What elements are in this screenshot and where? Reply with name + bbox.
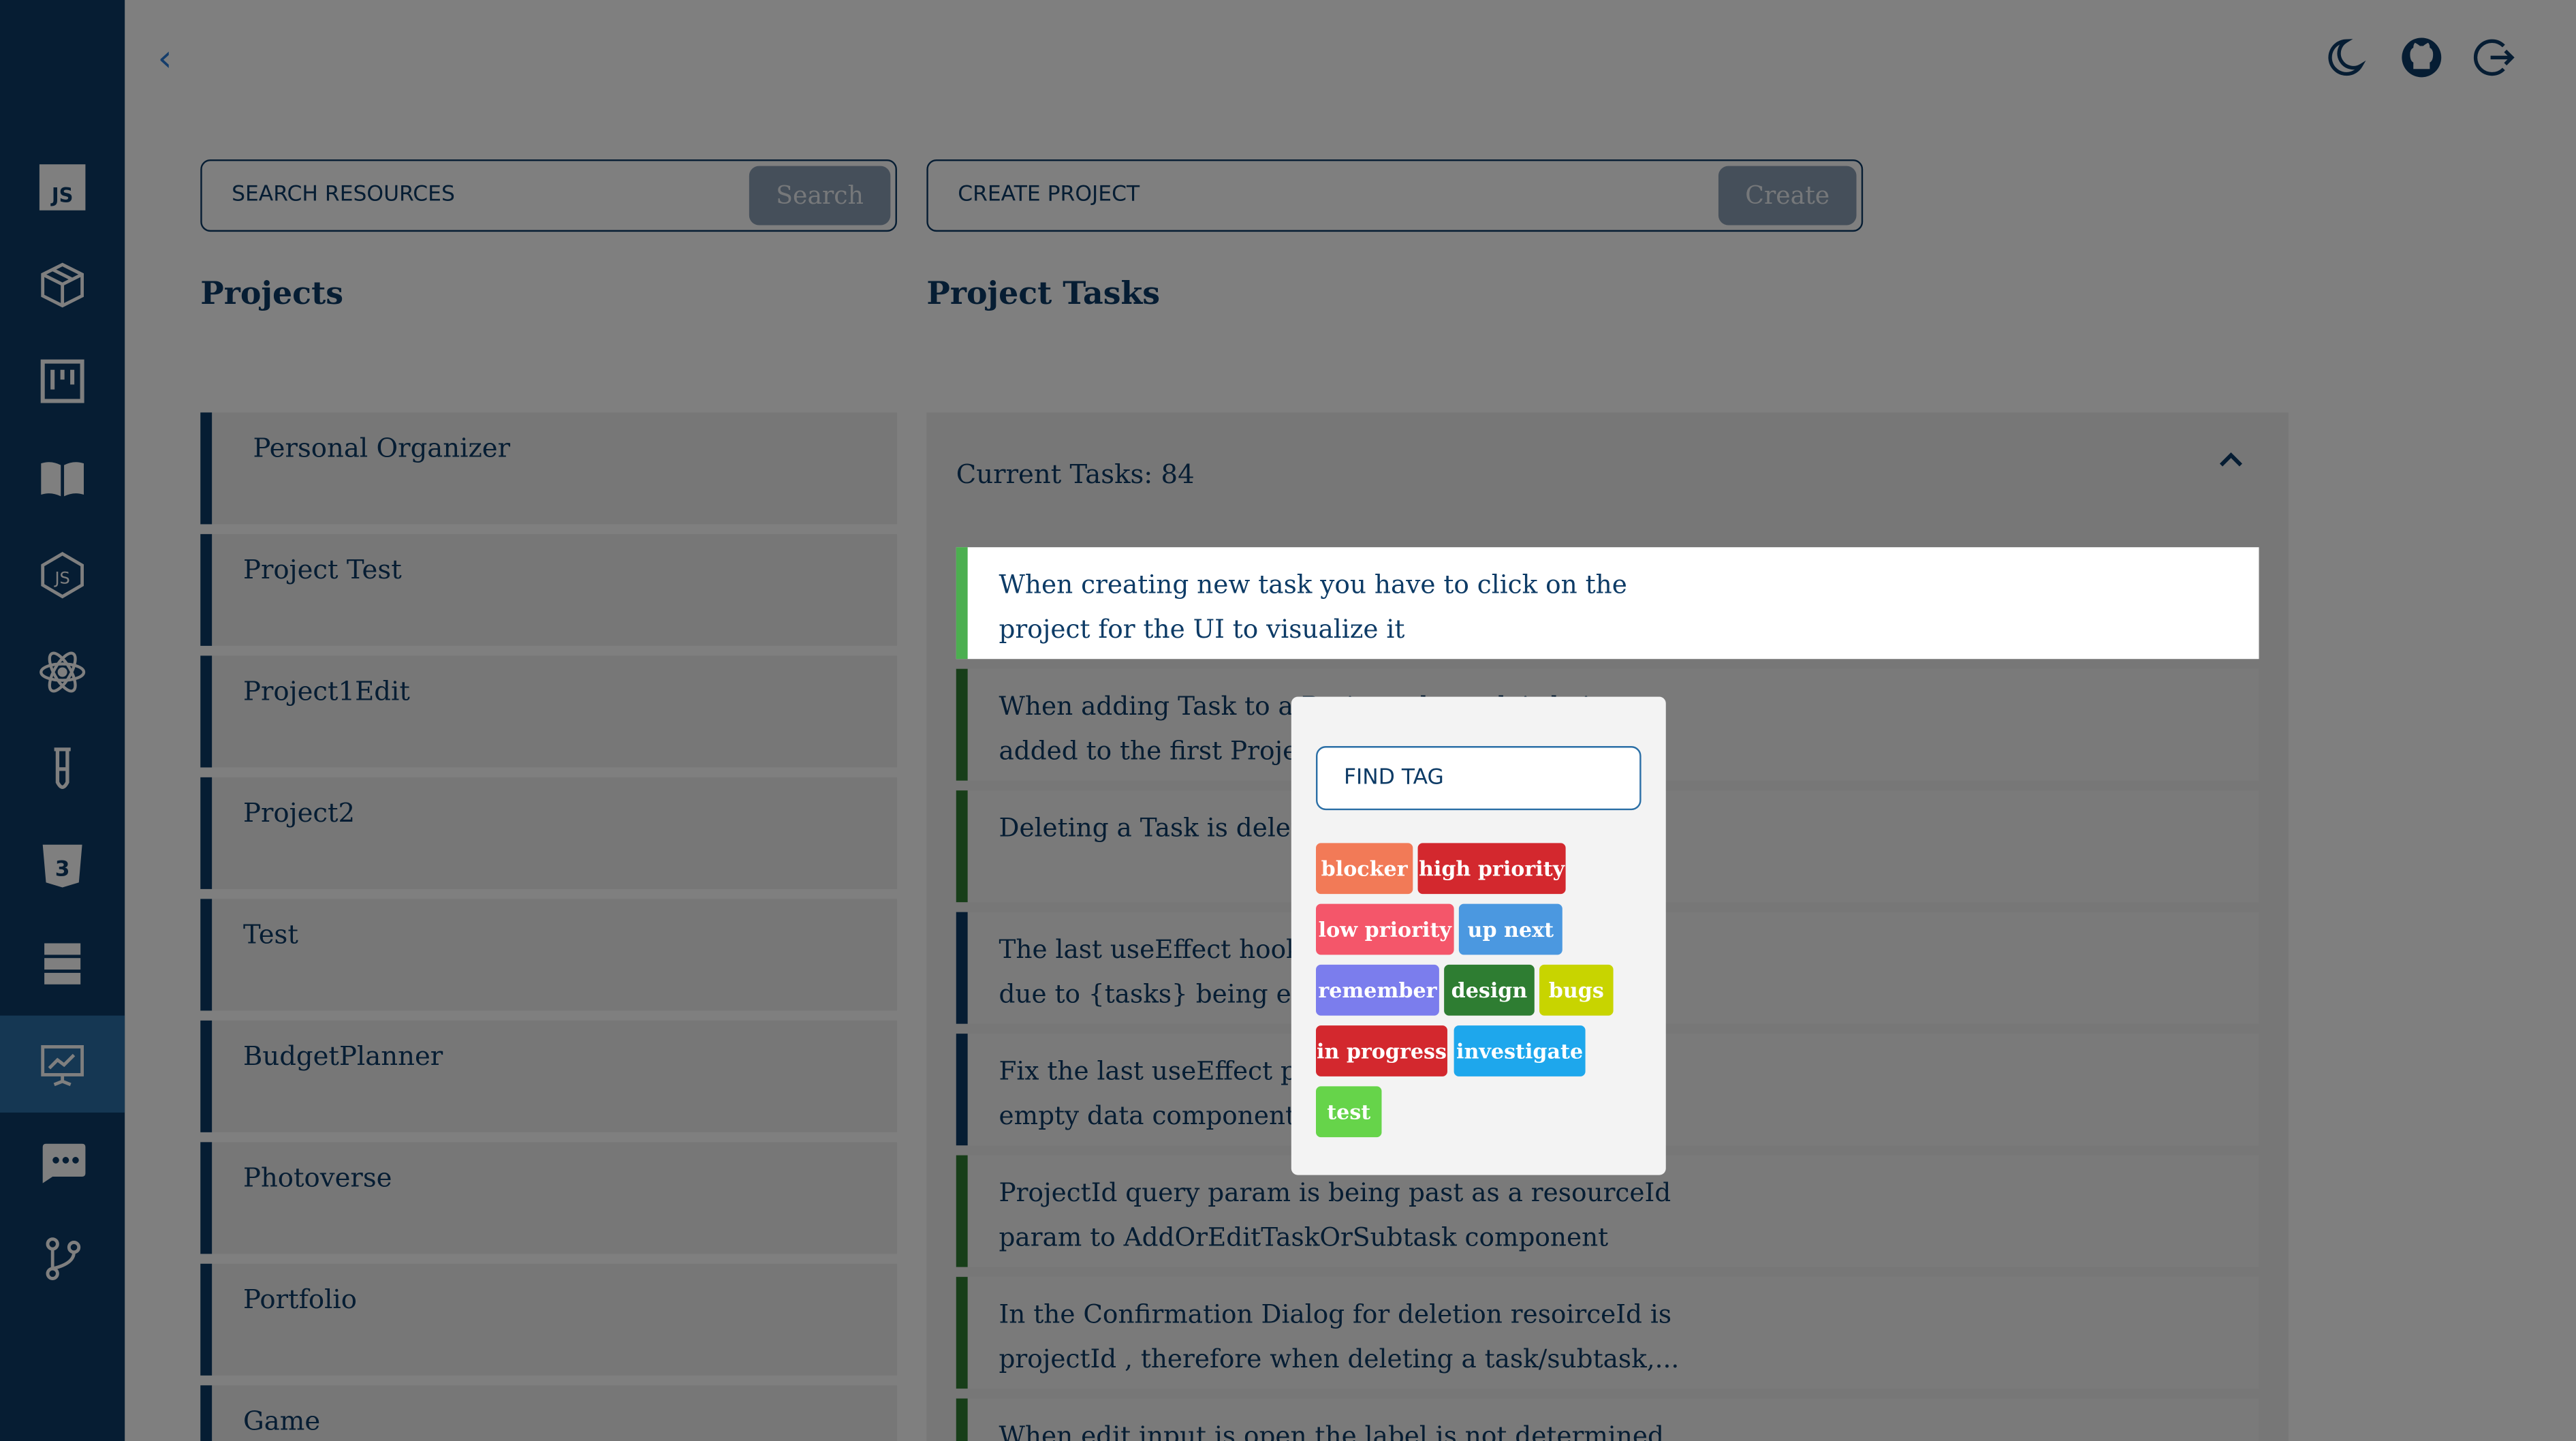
tag-chip[interactable]: bugs [1539, 964, 1614, 1016]
app: JS JS 3 [0, 0, 2576, 1441]
tag-chip[interactable]: low priority [1316, 903, 1454, 955]
modal-backdrop[interactable] [0, 0, 2576, 1441]
task-text: When creating new task you have to click… [999, 570, 1627, 645]
tag-chip[interactable]: up next [1458, 903, 1562, 955]
tag-chip[interactable]: remember [1316, 964, 1439, 1016]
tag-picker-popup: blocker high priority low priority up ne… [1291, 696, 1666, 1175]
tag-chip[interactable]: in progress [1316, 1025, 1447, 1076]
tag-chip[interactable]: investigate [1454, 1025, 1586, 1076]
highlighted-task-item[interactable]: When creating new task you have to click… [956, 547, 2259, 660]
tag-chip[interactable]: test [1316, 1086, 1382, 1138]
tag-chip[interactable]: design [1444, 964, 1535, 1016]
tag-chip[interactable]: high priority [1417, 843, 1566, 895]
find-tag-input[interactable] [1316, 746, 1642, 811]
tag-chip[interactable]: blocker [1316, 843, 1413, 895]
